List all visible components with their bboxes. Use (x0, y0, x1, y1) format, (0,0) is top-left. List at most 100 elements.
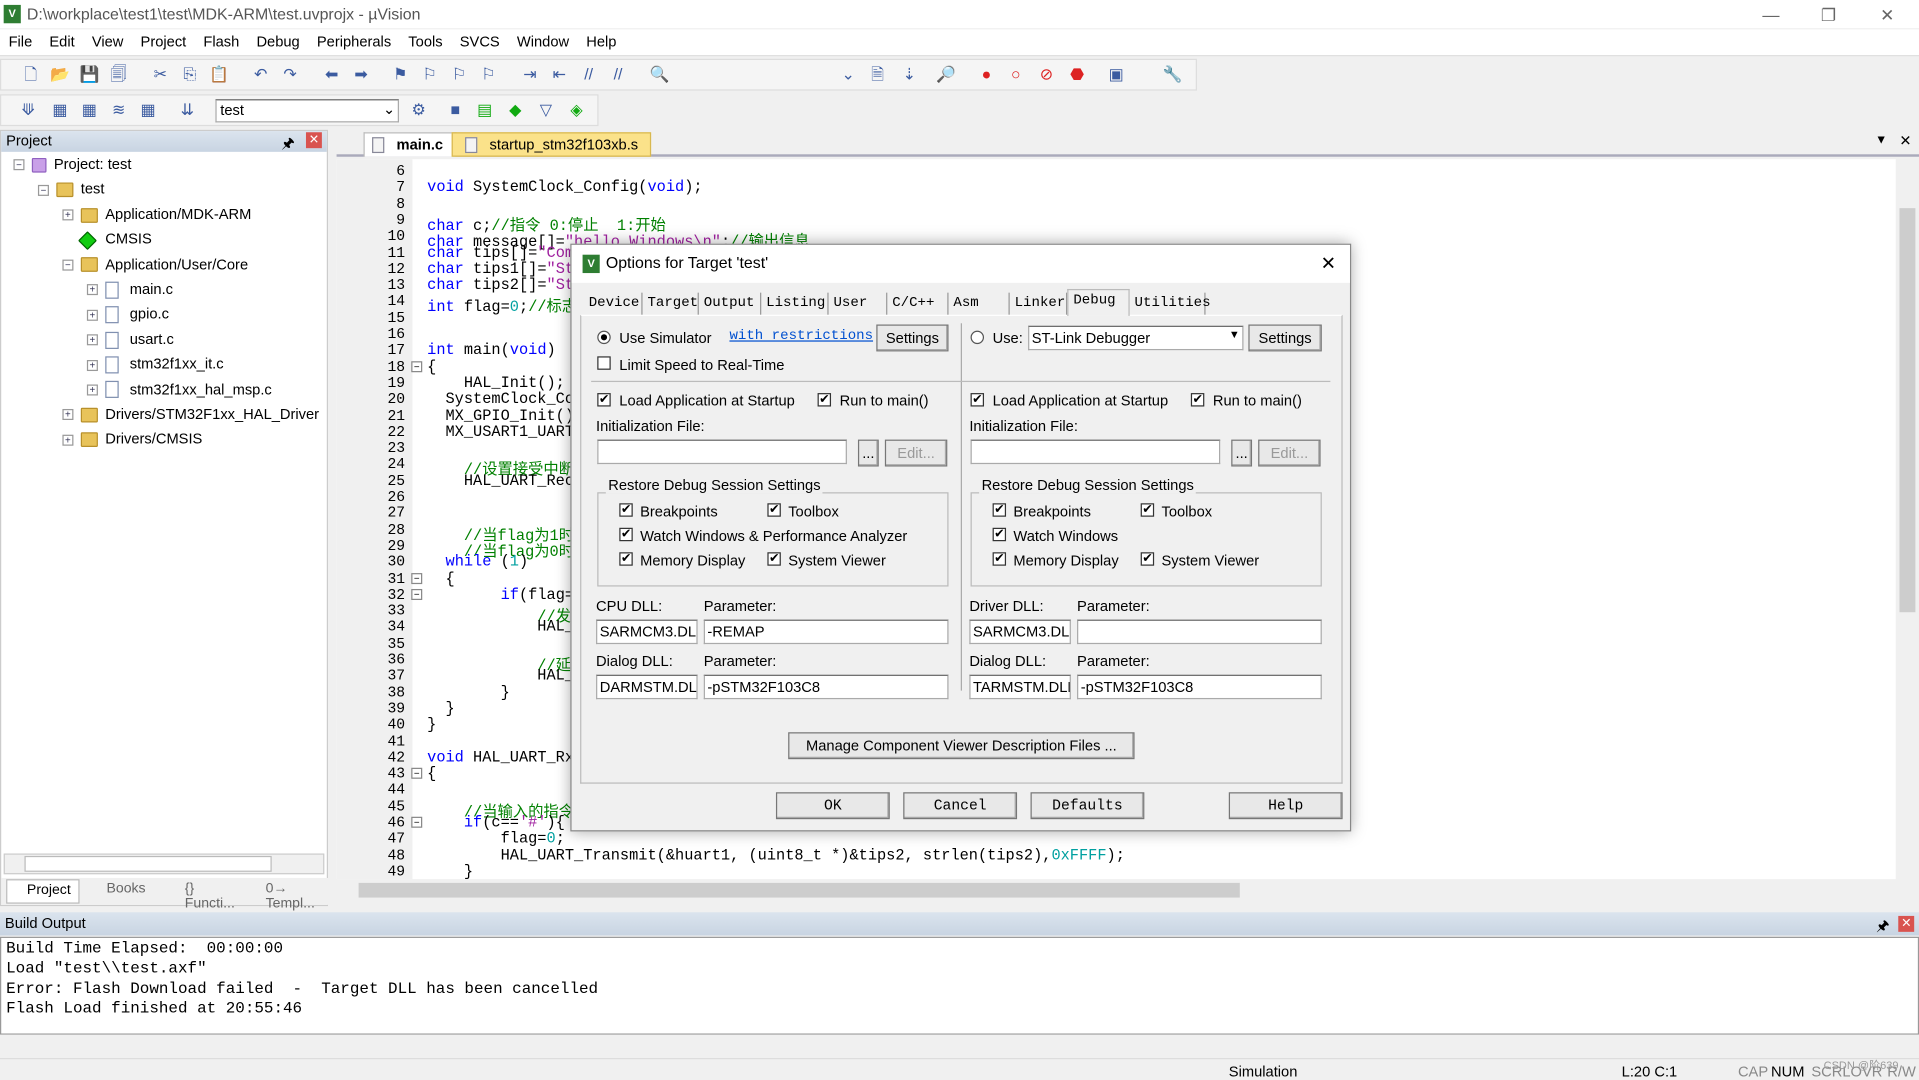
copy-icon[interactable]: ⎘ (180, 65, 200, 85)
cancel-button[interactable]: Cancel (903, 792, 1018, 820)
tree-item[interactable]: + Application/MDK-ARM (62, 205, 251, 223)
browse-button[interactable]: ... (1231, 439, 1253, 467)
dll-input[interactable]: SARMCM3.DLL (969, 619, 1071, 645)
editor-vertical-scrollbar[interactable] (1895, 159, 1919, 880)
toolbox-checkbox[interactable]: ✔ (1140, 503, 1155, 517)
uncomment-icon[interactable]: // (608, 65, 628, 85)
tab-device[interactable]: Device (584, 292, 643, 315)
close-panel-button[interactable]: ✕ (305, 132, 322, 149)
menu-debug[interactable]: Debug (248, 29, 308, 53)
menu-tools[interactable]: Tools (400, 29, 451, 53)
expand-icon[interactable]: + (86, 384, 98, 396)
menu-project[interactable]: Project (132, 29, 195, 53)
breakpoints-checkbox[interactable]: ✔ (619, 503, 633, 517)
restore-button[interactable]: ❐ (1804, 2, 1853, 26)
save-icon[interactable]: 💾 (80, 65, 100, 85)
collapse-icon[interactable]: − (62, 259, 74, 271)
new-file-icon[interactable]: 🗋 (21, 65, 41, 85)
ok-button[interactable]: OK (775, 792, 890, 820)
tree-item[interactable]: + usart.c (86, 330, 174, 349)
tab-functions[interactable]: {} Functi... (163, 882, 241, 911)
build-output-scrollbar[interactable] (0, 1034, 1919, 1052)
with-restrictions-link[interactable]: with restrictions (729, 328, 873, 344)
tab-debug[interactable]: Debug (1067, 288, 1130, 316)
tab-linker[interactable]: Linker (1010, 292, 1068, 315)
tab-listing[interactable]: Listing (761, 292, 829, 315)
kill-all-bp-icon[interactable]: ⬣ (1067, 65, 1087, 85)
fold-collapse-icon[interactable]: − (411, 588, 423, 600)
menu-window[interactable]: Window (508, 29, 577, 53)
breakpoint-disable-icon[interactable]: ○ (1006, 65, 1026, 85)
dll-input[interactable]: SARMCM3.DLL (596, 619, 698, 645)
tree-item[interactable]: − Project: test (13, 156, 131, 173)
menu-peripherals[interactable]: Peripherals (308, 29, 399, 53)
dialog-parameter-input[interactable]: -pSTM32F103C8 (703, 674, 949, 700)
editor-horizontal-scrollbar[interactable] (336, 879, 1919, 902)
run-to-main-checkbox[interactable]: ✔ (1190, 393, 1205, 407)
build-icon[interactable]: ▦ (50, 100, 70, 120)
tree-item[interactable]: + Drivers/STM32F1xx_HAL_Driver (62, 405, 319, 422)
breakpoint-icon[interactable]: ● (977, 65, 997, 85)
forward-icon[interactable]: ➡ (351, 65, 371, 85)
parameter-input[interactable] (1077, 619, 1322, 645)
pack-installer-icon[interactable]: ◆ (505, 100, 525, 120)
tab-asm[interactable]: Asm (949, 292, 1010, 315)
editor-tab-startup[interactable]: startup_stm32f103xb.s (451, 132, 652, 157)
indent-icon[interactable]: ⇥ (520, 65, 540, 85)
translate-icon[interactable]: ⟱ (18, 100, 38, 120)
tree-item[interactable]: + main.c (86, 280, 173, 299)
tree-item[interactable]: − Application/User/Core (62, 255, 248, 273)
cut-icon[interactable]: ✂ (151, 65, 171, 85)
watch-windows-checkbox[interactable]: ✔ (992, 527, 1007, 542)
rte-icon[interactable]: ◈ (567, 100, 587, 120)
debugger-select[interactable]: ST-Link Debugger ▼ (1028, 325, 1244, 351)
expand-icon[interactable]: + (86, 359, 98, 371)
expand-icon[interactable]: + (62, 409, 74, 421)
rebuild-icon[interactable]: ▦ (80, 100, 100, 120)
scrollbar-thumb[interactable] (358, 882, 1240, 898)
options-icon[interactable]: ⚙ (409, 100, 429, 120)
browse-button[interactable]: ... (857, 439, 879, 467)
breakpoints-checkbox[interactable]: ✔ (992, 503, 1007, 517)
open-icon[interactable]: 📂 (50, 65, 70, 85)
memory-display-checkbox[interactable]: ✔ (992, 552, 1007, 566)
save-all-icon[interactable]: 🗐 (109, 65, 129, 85)
select-packs-icon[interactable]: ▤ (475, 100, 495, 120)
next-bookmark-icon[interactable]: ⚐ (449, 65, 469, 85)
load-icon[interactable]: ⇊ (177, 100, 197, 120)
expand-icon[interactable]: + (86, 334, 98, 346)
prev-bookmark-icon[interactable]: ⚐ (420, 65, 440, 85)
defaults-button[interactable]: Defaults (1030, 792, 1145, 820)
edit-button[interactable]: Edit... (1258, 439, 1321, 467)
edit-button[interactable]: Edit... (884, 439, 948, 467)
dialog-dll-input[interactable]: DARMSTM.DLL (596, 674, 698, 700)
menu-edit[interactable]: Edit (41, 29, 83, 53)
comment-icon[interactable]: // (579, 65, 599, 85)
configure-icon[interactable]: 🔧 (1163, 65, 1183, 85)
paste-icon[interactable]: 📋 (209, 65, 229, 85)
tab-project[interactable]: Project (6, 879, 80, 904)
dialog-close-button[interactable]: ✕ (1321, 252, 1336, 274)
system-viewer-checkbox[interactable]: ✔ (767, 552, 781, 566)
fold-collapse-icon[interactable]: − (411, 767, 423, 779)
stop-build-icon[interactable]: ▦ (138, 100, 158, 120)
dialog-dll-input[interactable]: TARMSTM.DLL (969, 674, 1071, 700)
find-in-files-icon[interactable]: 🔍 (650, 65, 670, 85)
project-horizontal-scrollbar[interactable] (3, 853, 325, 875)
scrollbar-thumb[interactable] (1899, 208, 1916, 613)
menu-file[interactable]: File (0, 29, 41, 53)
simulator-settings-button[interactable]: Settings (876, 324, 949, 352)
expand-icon[interactable]: + (62, 209, 74, 221)
target-select[interactable]: test ⌄ (215, 99, 399, 123)
menu-view[interactable]: View (83, 29, 132, 53)
dialog-parameter-input[interactable]: -pSTM32F103C8 (1077, 674, 1322, 700)
parameter-input[interactable]: -REMAP (703, 619, 949, 645)
tab-list-icon[interactable]: ▼ (1875, 133, 1887, 146)
menu-flash[interactable]: Flash (195, 29, 248, 53)
debug-session-icon[interactable]: ⇣ (900, 65, 920, 85)
start-debug-icon[interactable]: 🔎 (936, 65, 956, 85)
collapse-icon[interactable]: − (13, 159, 25, 171)
close-tab-icon[interactable]: ✕ (1899, 132, 1911, 149)
tree-item[interactable]: + stm32f1xx_it.c (86, 355, 224, 374)
tree-item[interactable]: + gpio.c (86, 305, 169, 324)
